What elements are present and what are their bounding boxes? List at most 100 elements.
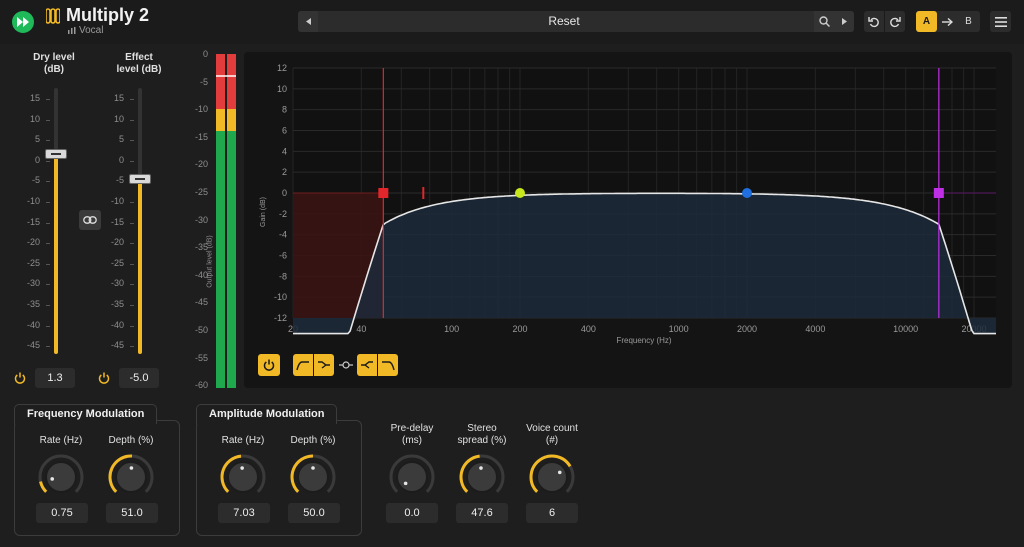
- eq-band1-handle[interactable]: [378, 188, 389, 198]
- scale-tick-mark: [46, 305, 50, 306]
- output-level-label: Output level (dB): [206, 235, 214, 288]
- scale-tick-mark: [46, 99, 50, 100]
- eq-x-tick-label: 10000: [893, 324, 918, 334]
- next-preset-button[interactable]: [834, 11, 854, 32]
- preset-name[interactable]: Reset: [322, 14, 806, 28]
- chevron-left-icon: [305, 18, 311, 25]
- dry-scale-tick: -20: [26, 237, 40, 248]
- predelay-knob[interactable]: [387, 452, 437, 502]
- scale-tick-mark: [130, 346, 134, 348]
- link-icon: [83, 216, 97, 224]
- eq-band3-handle[interactable]: [742, 188, 753, 198]
- effect-power-icon[interactable]: [98, 372, 110, 384]
- meter-scale-tick: -50: [194, 325, 208, 335]
- stereo-spread-knob[interactable]: [457, 452, 507, 502]
- dry-scale-tick: 0: [34, 154, 40, 165]
- ab-a-button[interactable]: A: [916, 11, 937, 32]
- meter-scale-tick: -35: [194, 242, 208, 253]
- eq-band4-handle[interactable]: [933, 188, 944, 198]
- knob-indicator: [311, 466, 315, 470]
- eq-x-tick-label: 200: [512, 324, 527, 334]
- eq-y-tick-label: -6: [279, 251, 287, 261]
- voice-count-label-line1: Voice count: [526, 423, 578, 434]
- copy-a-to-b-button[interactable]: [937, 11, 958, 32]
- stereo-spread-label: Stereo spread (%): [447, 423, 517, 447]
- link-levels-button[interactable]: [79, 210, 101, 230]
- effect-level-slider-fill: [138, 179, 142, 354]
- dry-level-slider-thumb[interactable]: [45, 149, 67, 159]
- eq-y-tick-label: 12: [277, 63, 287, 73]
- highpass-filter-icon: [296, 361, 309, 371]
- stereo-spread-value[interactable]: 47.6: [456, 503, 508, 523]
- fm-depth-value[interactable]: 51.0: [106, 503, 158, 523]
- fm-rate-knob[interactable]: [36, 452, 86, 502]
- dry-level-value[interactable]: 1.3: [35, 368, 75, 388]
- bypass-play-button[interactable]: [12, 11, 34, 33]
- knob-indicator: [403, 481, 408, 486]
- hamburger-menu-icon: [994, 16, 1007, 27]
- am-depth-knob[interactable]: [288, 452, 338, 502]
- search-preset-button[interactable]: [814, 11, 834, 32]
- app-title: Multiply 2: [66, 5, 150, 25]
- eq-highshelf-button[interactable]: [357, 354, 377, 376]
- am-rate-knob[interactable]: [218, 452, 268, 502]
- eq-y-tick-label: 4: [282, 146, 287, 156]
- bell-filter-icon: [339, 361, 353, 369]
- eq-band2-handle[interactable]: [515, 188, 526, 198]
- scale-tick-mark: [130, 202, 134, 203]
- predelay-value[interactable]: 0.0: [386, 503, 438, 523]
- knob-indicator: [240, 466, 244, 470]
- eq-power-button[interactable]: [258, 354, 280, 376]
- meter-left-green: [216, 131, 225, 388]
- ab-b-button[interactable]: B: [958, 11, 979, 32]
- eq-lowcut-button[interactable]: [293, 354, 313, 376]
- menu-button[interactable]: [990, 11, 1011, 32]
- effect-level-slider-thumb[interactable]: [129, 174, 151, 184]
- scale-tick-mark: [130, 222, 134, 224]
- voice-count-label-line2: (#): [545, 435, 559, 446]
- voice-count-knob[interactable]: [527, 452, 577, 502]
- effect-level-title-line1: Effect: [125, 52, 153, 63]
- am-depth-value[interactable]: 50.0: [288, 503, 340, 523]
- eq-y-tick-label: 8: [282, 105, 287, 115]
- effect-scale-tick: -25: [110, 257, 124, 268]
- eq-x-tick-label: 400: [581, 324, 596, 334]
- am-rate-value[interactable]: 7.03: [218, 503, 270, 523]
- scale-tick-mark: [130, 325, 134, 327]
- fm-depth-label: Depth (%): [108, 435, 154, 446]
- voice-count-value[interactable]: 6: [526, 503, 578, 523]
- redo-button[interactable]: [885, 11, 905, 32]
- eq-lowshelf-button[interactable]: [314, 354, 334, 376]
- knob-value-arc: [39, 481, 48, 493]
- dry-scale-tick: 5: [34, 134, 40, 145]
- previous-preset-button[interactable]: [298, 11, 318, 32]
- fm-depth-knob[interactable]: [106, 452, 156, 502]
- dry-scale-tick: -40: [26, 319, 40, 330]
- undo-button[interactable]: [864, 11, 884, 32]
- arrow-right-icon: [942, 17, 953, 26]
- scale-tick-mark: [46, 202, 50, 203]
- eq-highcut-button[interactable]: [378, 354, 398, 376]
- eq-y-tick-label: -10: [274, 292, 287, 302]
- preset-selector[interactable]: Reset: [298, 11, 854, 32]
- dry-level-title-line1: Dry level: [33, 52, 75, 63]
- effect-level-value[interactable]: -5.0: [119, 368, 159, 388]
- dry-power-icon[interactable]: [14, 372, 26, 384]
- am-rate-label: Rate (Hz): [221, 435, 265, 446]
- eq-bell-button[interactable]: [336, 354, 356, 376]
- meter-right-green: [227, 131, 236, 388]
- meter-scale-tick: -10: [194, 104, 208, 115]
- eq-graph[interactable]: 121086420-2-4-6-8-10-1220401002004001000…: [244, 52, 1012, 388]
- meter-left-red: [216, 54, 225, 109]
- eq-y-tick-label: 6: [282, 126, 287, 136]
- effect-level-title-line2: level (dB): [116, 64, 162, 75]
- meter-scale-tick: -60: [194, 380, 208, 391]
- effect-scale-tick: -30: [110, 278, 124, 289]
- scale-tick-mark: [46, 181, 50, 183]
- scale-tick-mark: [46, 140, 50, 142]
- meter-scale-tick: -55: [194, 352, 208, 363]
- am-depth-label: Depth (%): [290, 435, 336, 446]
- meter-scale-tick: 0: [202, 49, 208, 59]
- fm-rate-value[interactable]: 0.75: [36, 503, 88, 523]
- preset-category: Vocal: [68, 25, 103, 36]
